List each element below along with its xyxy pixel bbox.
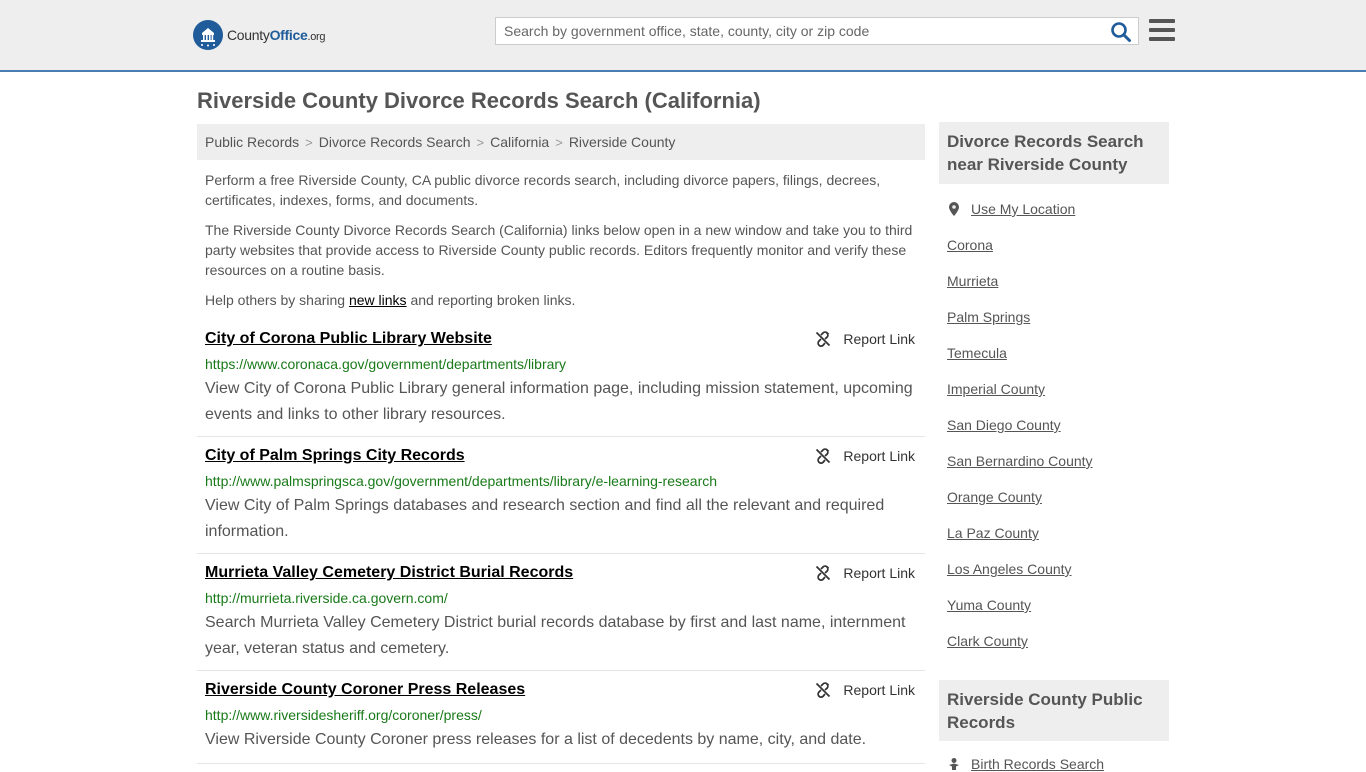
logo-wordmark: CountyOffice.org [227, 27, 326, 43]
result-url: http://murrieta.riverside.ca.govern.com/ [205, 590, 448, 606]
result-item: City of Corona Public Library Website Re… [197, 330, 925, 437]
report-link-button[interactable]: Report Link [815, 448, 915, 464]
intro-paragraph-2: The Riverside County Divorce Records Sea… [205, 222, 913, 278]
new-links-link[interactable]: new links [349, 292, 407, 308]
sidebar-nearby-link[interactable]: San Diego County [947, 417, 1061, 433]
broken-link-icon [816, 448, 831, 464]
search-input[interactable] [496, 18, 1112, 44]
use-my-location-link[interactable]: Use My Location [947, 201, 1075, 217]
result-title-link[interactable]: Murrieta Valley Cemetery District Burial… [205, 564, 573, 582]
breadcrumb: Public Records > Divorce Records Search > Ca… [197, 124, 925, 160]
search-button[interactable] [1110, 21, 1132, 43]
broken-link-icon [816, 331, 831, 347]
sidebar-nearby-link[interactable]: Temecula [947, 345, 1007, 361]
result-description: View Riverside County Coroner press rele… [205, 731, 867, 748]
search-bar [495, 17, 1139, 45]
result-description: View City of Corona Public Library gener… [205, 380, 913, 423]
breadcrumb-california[interactable]: California [490, 134, 549, 150]
sidebar-nearby-link[interactable]: Yuma County [947, 597, 1031, 613]
breadcrumb-separator: > [305, 135, 313, 150]
result-url: https://www.coronaca.gov/government/depa… [205, 356, 567, 372]
breadcrumb-public-records[interactable]: Public Records [205, 134, 299, 150]
sidebar-nearby-link[interactable]: San Bernardino County [947, 453, 1093, 469]
capitol-logo-icon [193, 20, 223, 50]
sidebar-nearby-heading: Divorce Records Search near Riverside Co… [939, 122, 1169, 184]
breadcrumb-separator: > [476, 135, 485, 150]
result-item: Murrieta Valley Cemetery District Burial… [197, 564, 925, 671]
result-title-link[interactable]: City of Palm Springs City Records [205, 447, 465, 465]
report-link-button[interactable]: Report Link [815, 682, 915, 698]
result-description: View City of Palm Springs databases and … [205, 497, 885, 540]
broken-link-icon [816, 565, 831, 581]
sidebar-public-records-heading: Riverside County Public Records [939, 680, 1169, 741]
map-pin-icon [949, 202, 959, 216]
result-title-link[interactable]: Riverside County Coroner Press Releases [205, 681, 525, 699]
result-url: http://www.palmspringsca.gov/government/… [205, 473, 718, 489]
sidebar-nearby-link[interactable]: Clark County [947, 633, 1028, 649]
site-logo[interactable]: CountyOffice.org [193, 20, 326, 50]
result-url: http://www.riversidesheriff.org/coroner/… [205, 707, 482, 723]
site-header: CountyOffice.org [0, 0, 1366, 72]
result-description: Search Murrieta Valley Cemetery District… [205, 614, 906, 657]
sidebar-nearby-link[interactable]: Los Angeles County [947, 561, 1072, 577]
result-title-link[interactable]: City of Corona Public Library Website [205, 330, 492, 348]
sidebar-nearby-link[interactable]: Murrieta [947, 273, 998, 289]
page-title: Riverside County Divorce Records Search … [197, 88, 761, 113]
breadcrumb-riverside-county[interactable]: Riverside County [569, 134, 676, 150]
result-item: Riverside County Coroner Press Releases … [197, 681, 925, 764]
sidebar-nearby-link[interactable]: La Paz County [947, 525, 1039, 541]
result-item: City of Palm Springs City Records Report… [197, 447, 925, 554]
baby-icon [949, 758, 959, 770]
sidebar-public-records-link[interactable]: Birth Records Search [947, 756, 1104, 772]
intro-paragraph-1: Perform a free Riverside County, CA publ… [205, 172, 881, 208]
broken-link-icon [816, 682, 831, 698]
report-link-button[interactable]: Report Link [815, 565, 915, 581]
hamburger-menu-icon[interactable] [1149, 19, 1175, 43]
breadcrumb-separator: > [555, 135, 563, 150]
intro-paragraph-3: Help others by sharing new links and rep… [205, 292, 576, 308]
sidebar-nearby-link[interactable]: Orange County [947, 489, 1042, 505]
breadcrumb-divorce-records-search[interactable]: Divorce Records Search [319, 134, 471, 150]
search-icon [1111, 22, 1131, 42]
sidebar-nearby-link[interactable]: Corona [947, 237, 993, 253]
sidebar-nearby-link[interactable]: Imperial County [947, 381, 1045, 397]
sidebar-nearby-link[interactable]: Palm Springs [947, 309, 1030, 325]
report-link-button[interactable]: Report Link [815, 331, 915, 347]
